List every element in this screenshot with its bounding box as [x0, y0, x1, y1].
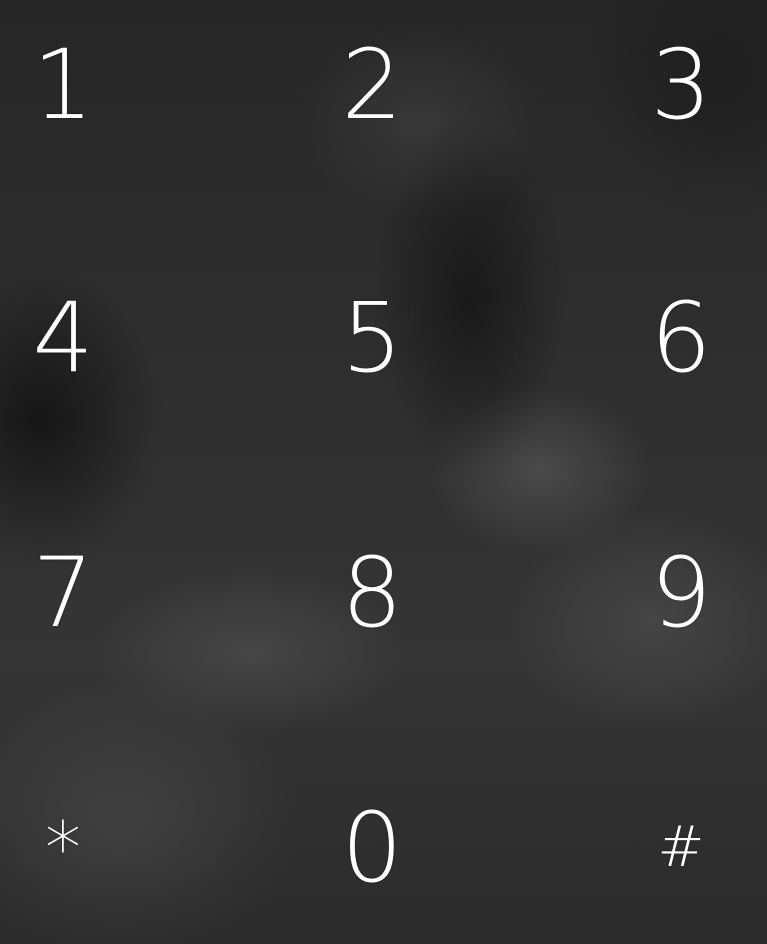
key-7[interactable]: 7 [0, 523, 153, 663]
key-8[interactable]: 8 [282, 523, 462, 663]
keypad: 1 2 3 4 5 6 7 8 9 * 0 # [0, 0, 767, 944]
key-2[interactable]: 2 [282, 15, 462, 155]
key-9[interactable]: 9 [591, 523, 767, 663]
key-2-label: 2 [341, 29, 403, 141]
key-0[interactable]: 0 [282, 778, 462, 918]
key-8-label: 8 [341, 537, 403, 649]
key-star[interactable]: * [0, 778, 153, 918]
key-5[interactable]: 5 [282, 268, 462, 408]
key-1-label: 1 [32, 29, 94, 141]
key-3-label: 3 [650, 29, 712, 141]
key-hash[interactable]: # [591, 778, 767, 918]
key-6-label: 6 [650, 282, 712, 394]
key-5-label: 5 [341, 282, 403, 394]
key-1[interactable]: 1 [0, 15, 153, 155]
dialer-screen: 1 2 3 4 5 6 7 8 9 * 0 # [0, 0, 767, 944]
key-6[interactable]: 6 [591, 268, 767, 408]
key-4-label: 4 [32, 282, 94, 394]
key-3[interactable]: 3 [591, 15, 767, 155]
key-7-label: 7 [32, 537, 94, 649]
key-4[interactable]: 4 [0, 268, 153, 408]
key-0-label: 0 [341, 792, 403, 904]
key-9-label: 9 [650, 537, 712, 649]
key-star-label: * [45, 806, 81, 890]
key-hash-label: # [657, 815, 705, 880]
